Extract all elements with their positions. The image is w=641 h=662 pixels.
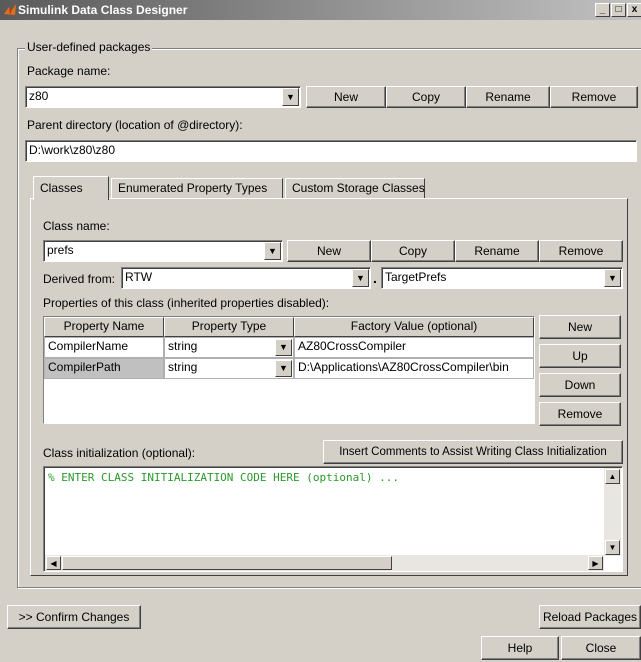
package-name-dropdown[interactable]: z80 ▼ xyxy=(25,86,301,108)
maximize-button[interactable]: □ xyxy=(611,3,626,17)
derived-class-dropdown[interactable]: TargetPrefs ▼ xyxy=(381,267,623,289)
window-title: Simulink Data Class Designer xyxy=(18,3,188,17)
scroll-up-icon[interactable]: ▲ xyxy=(605,469,620,484)
table-row-0-name[interactable]: CompilerName xyxy=(44,337,164,358)
scroll-left-icon[interactable]: ◀ xyxy=(46,556,61,570)
scroll-down-icon[interactable]: ▼ xyxy=(605,540,620,555)
table-row-0-type-value: string xyxy=(168,339,198,353)
chevron-down-icon[interactable]: ▼ xyxy=(264,242,281,260)
package-rename-button[interactable]: Rename xyxy=(466,86,550,108)
scroll-right-icon[interactable]: ▶ xyxy=(588,556,603,570)
insert-comments-button[interactable]: Insert Comments to Assist Writing Class … xyxy=(323,440,623,464)
derived-package-value: RTW xyxy=(125,270,153,284)
derived-separator: . xyxy=(373,270,377,286)
table-row-1-type[interactable]: string ▼ xyxy=(164,358,294,379)
class-name-label: Class name: xyxy=(43,219,110,233)
header-property-name[interactable]: Property Name xyxy=(44,317,164,337)
minimize-button[interactable]: _ xyxy=(595,3,610,17)
chevron-down-icon[interactable]: ▼ xyxy=(275,360,292,377)
property-new-button[interactable]: New xyxy=(539,315,621,339)
class-initialization-label: Class initialization (optional): xyxy=(43,446,196,460)
parent-directory-label: Parent directory (location of @directory… xyxy=(27,118,243,132)
class-new-button[interactable]: New xyxy=(287,240,371,262)
properties-label: Properties of this class (inherited prop… xyxy=(43,296,330,310)
table-row-1-value[interactable]: D:\Applications\AZ80CrossCompiler\bin xyxy=(294,358,534,379)
table-row-1-name[interactable]: CompilerPath xyxy=(44,358,164,379)
package-new-button[interactable]: New xyxy=(306,86,386,108)
confirm-changes-button[interactable]: >> Confirm Changes xyxy=(7,605,141,629)
table-row-0-type[interactable]: string ▼ xyxy=(164,337,294,358)
package-name-value: z80 xyxy=(29,89,49,103)
chevron-down-icon[interactable]: ▼ xyxy=(275,339,292,356)
chevron-down-icon[interactable]: ▼ xyxy=(352,269,369,287)
tab-enumerated-property-types[interactable]: Enumerated Property Types xyxy=(111,178,283,198)
derived-package-dropdown[interactable]: RTW ▼ xyxy=(121,267,371,289)
init-code-text: % ENTER CLASS INITIALIZATION CODE HERE (… xyxy=(48,471,399,484)
package-copy-button[interactable]: Copy xyxy=(386,86,466,108)
class-name-value: prefs xyxy=(47,243,74,257)
property-down-button[interactable]: Down xyxy=(539,373,621,397)
title-bar: Simulink Data Class Designer _ □ x xyxy=(0,0,641,20)
horizontal-scroll-thumb[interactable] xyxy=(62,556,392,570)
package-remove-button[interactable]: Remove xyxy=(550,86,638,108)
class-remove-button[interactable]: Remove xyxy=(539,240,623,262)
close-window-button[interactable]: x xyxy=(627,3,641,17)
matlab-logo-icon xyxy=(3,3,17,17)
tab-custom-storage-classes[interactable]: Custom Storage Classes xyxy=(285,178,425,198)
tab-classes[interactable]: Classes xyxy=(33,176,109,200)
class-rename-button[interactable]: Rename xyxy=(455,240,539,262)
table-row-1-type-value: string xyxy=(168,360,198,374)
class-copy-button[interactable]: Copy xyxy=(371,240,455,262)
package-name-label: Package name: xyxy=(27,64,111,78)
class-name-dropdown[interactable]: prefs ▼ xyxy=(43,240,283,262)
chevron-down-icon[interactable]: ▼ xyxy=(604,269,621,287)
derived-class-value: TargetPrefs xyxy=(385,270,447,284)
close-button[interactable]: Close xyxy=(561,636,641,660)
property-remove-button[interactable]: Remove xyxy=(539,402,621,426)
chevron-down-icon[interactable]: ▼ xyxy=(282,88,299,106)
derived-from-label: Derived from: xyxy=(43,272,116,286)
header-property-type[interactable]: Property Type xyxy=(164,317,294,337)
parent-directory-input[interactable]: D:\work\z80\z80 xyxy=(25,140,637,162)
property-up-button[interactable]: Up xyxy=(539,344,621,368)
help-button[interactable]: Help xyxy=(481,636,559,660)
reload-packages-button[interactable]: Reload Packages xyxy=(539,605,641,629)
table-row-0-value[interactable]: AZ80CrossCompiler xyxy=(294,337,534,358)
packages-group-label: User-defined packages xyxy=(25,40,153,54)
header-factory-value[interactable]: Factory Value (optional) xyxy=(294,317,534,337)
